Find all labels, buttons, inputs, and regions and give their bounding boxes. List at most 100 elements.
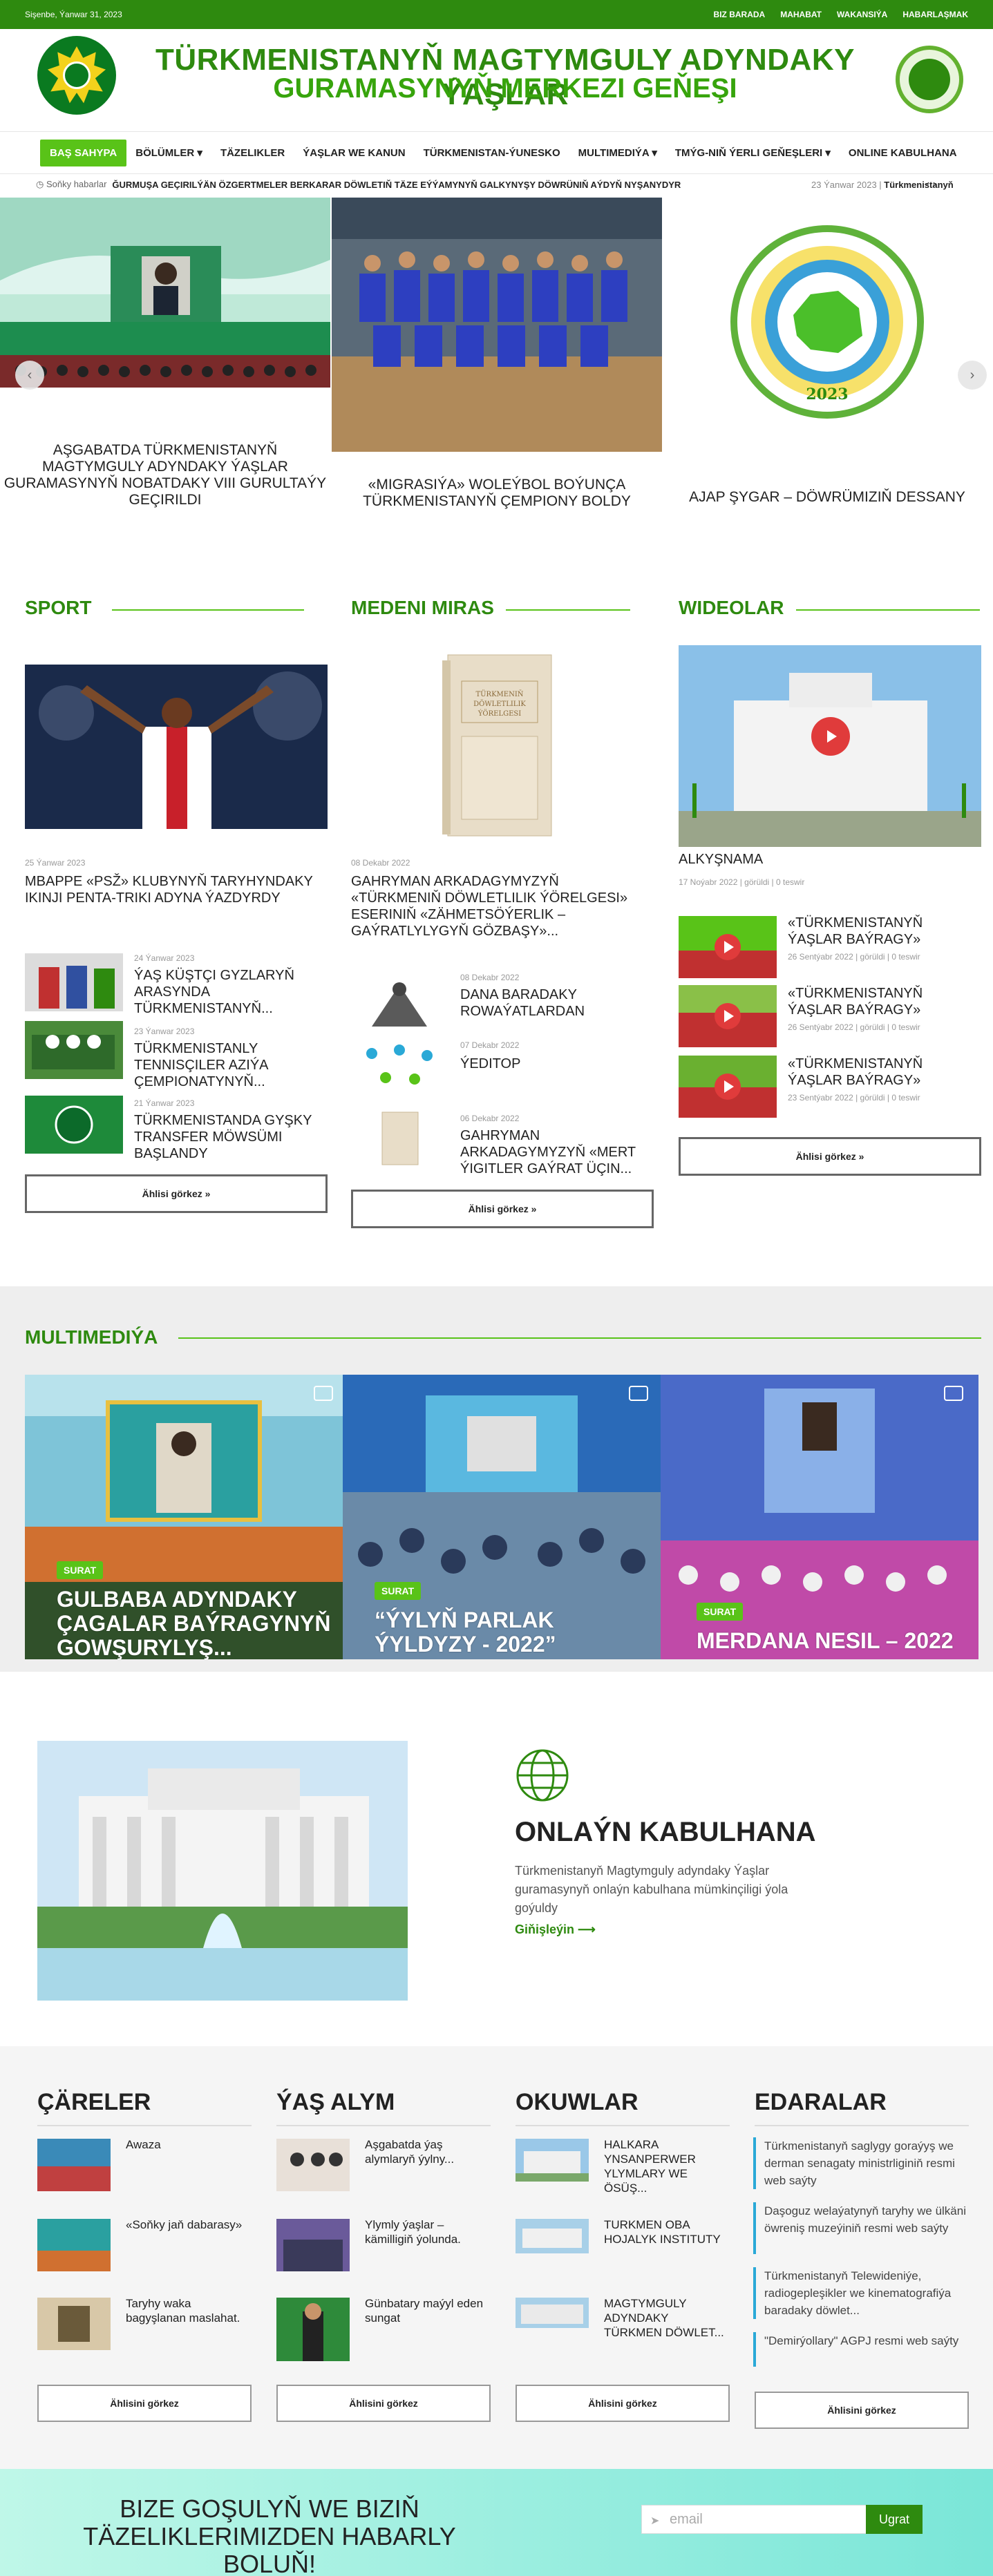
events-item[interactable]: Taryhy waka bagyşlanan maslahat. (126, 2296, 250, 2325)
videos-show-all-button[interactable]: Ählisi görkez » (679, 1137, 981, 1176)
section-title-multimedia[interactable]: MULTIMEDIÝA (25, 1326, 158, 1348)
top-link-about[interactable]: BIZ BARADA (714, 10, 766, 19)
heritage-item-headline[interactable]: GAHRYMAN ARKADAGYMYZYŇ «MERT ÝIGITLER GA… (460, 1127, 654, 1177)
column-title-events[interactable]: ÇÄRELER (37, 2089, 151, 2116)
emblem-logo[interactable] (37, 36, 116, 115)
sport-thumb-2[interactable] (25, 1021, 123, 1079)
heritage-main-headline[interactable]: GAHRYMAN ARKADAGYMYZYŇ «TÜRKMENIŇ DÖWLET… (351, 873, 652, 939)
young-scientist-item[interactable]: Günbatary maýyl eden sungat (365, 2296, 489, 2325)
video-thumb-1[interactable] (679, 916, 777, 978)
institutions-show-all-button[interactable]: Ählisini görkez (755, 2392, 969, 2429)
institution-link[interactable]: Türkmenistanyň Telewideniýe, radiogepleş… (753, 2267, 974, 2319)
institution-link[interactable]: "Demirýollary" AGPJ resmi web saýty (753, 2332, 974, 2367)
young-scientist-item[interactable]: Ylymly ýaşlar – kämilligiň ýolunda. (365, 2217, 489, 2246)
events-thumb[interactable] (37, 2219, 111, 2271)
ticker-headline[interactable]: ĞURMUŞA GEÇIRILÝÄN ÖZGERTMELER BERKARAR … (112, 180, 720, 190)
young-scientist-show-all-button[interactable]: Ählisini görkez (276, 2385, 491, 2422)
education-item[interactable]: TURKMEN OBA HOJALYK INSTITUTY (604, 2217, 728, 2246)
sport-main-headline[interactable]: MBAPPE «PSŽ» KLUBYNYŇ TARYHYNDAKY IKINJI… (25, 873, 315, 906)
nav-online-reception[interactable]: ONLINE KABULHANA (840, 147, 966, 159)
institution-link[interactable]: Daşoguz welaýatynyň taryhy we ülkäni öwr… (753, 2202, 974, 2254)
section-title-sport[interactable]: SPORT (25, 597, 91, 619)
slide-caption-year[interactable]: AJAP ŞYGAR – DÖWRÜMIZIŇ DESSANY (662, 489, 992, 506)
education-show-all-button[interactable]: Ählisini görkez (516, 2385, 730, 2422)
sport-thumb-1[interactable] (25, 953, 123, 1011)
slider-prev-button[interactable]: ‹ (15, 361, 44, 390)
sport-thumb-3[interactable] (25, 1096, 123, 1154)
young-scientist-item[interactable]: Aşgabatda ýaş alymlaryň ýylny... (365, 2137, 489, 2166)
nav-news[interactable]: TÄZELIKLER (211, 147, 294, 159)
events-item[interactable]: Awaza (126, 2137, 250, 2152)
institution-link[interactable]: Türkmenistanyň saglygy goraýyş we derman… (753, 2137, 974, 2189)
email-field[interactable]: ➤ email (641, 2505, 868, 2534)
heritage-main-image[interactable]: TÜRKMENIŇ DÖWLETLILIK ÝÖRELGESI (422, 640, 574, 851)
video-main-image[interactable] (679, 645, 981, 847)
education-thumb[interactable] (516, 2219, 589, 2253)
online-reception-image[interactable] (37, 1741, 408, 2001)
video-item-title[interactable]: «TÜRKMENISTANYŇ ÝAŞLAR BAÝRAGY» (788, 915, 974, 948)
education-thumb[interactable] (516, 2139, 589, 2182)
slide-caption-congress[interactable]: AŞGABATDA TÜRKMENISTANYŇ MAGTYMGULY ADYN… (0, 442, 330, 508)
slider-next-button[interactable]: › (958, 361, 987, 390)
section-title-videos[interactable]: WIDEOLAR (679, 597, 784, 619)
online-reception-more-link[interactable]: Giňişleýin ⟶ (515, 1923, 596, 1937)
column-title-education[interactable]: OKUWLAR (516, 2089, 639, 2116)
top-link-vacancy[interactable]: WAKANSIÝA (837, 10, 887, 19)
sport-item-headline[interactable]: TÜRKMENISTANLY TENNISÇILER AZIÝA ÇEMPION… (134, 1040, 307, 1090)
heritage-thumb-3[interactable] (351, 1107, 449, 1169)
nav-multimedia[interactable]: MULTIMEDIÝA ▾ (569, 146, 666, 159)
newsletter-title: BIZE GOŞULYŇ WE BIZIŇ TÄZELIKLERIMIZDEN … (83, 2494, 456, 2576)
ticker-arrows[interactable]: ‹ › (926, 178, 936, 191)
top-link-mahabat[interactable]: MAHABAT (780, 10, 822, 19)
subscribe-button[interactable]: Ugrat (866, 2505, 923, 2534)
nav-unesco[interactable]: TÜRKMENISTAN-ÝUNESKO (415, 147, 569, 159)
slide-caption-volleyball[interactable]: «MIGRASIÝA» WOLEÝBOL BOÝUNÇA TÜRKMENISTA… (332, 477, 662, 510)
slide-image-volleyball[interactable] (332, 198, 662, 452)
nav-sections[interactable]: BÖLÜMLER ▾ (126, 146, 211, 159)
young-scientist-thumb[interactable] (276, 2139, 350, 2191)
nav-local-councils[interactable]: TMÝG-NIŇ ÝERLI GEŇEŞLERI ▾ (666, 146, 840, 159)
multimedia-card-title[interactable]: MERDANA NESIL – 2022 (697, 1629, 973, 1653)
slide-image-year-emblem[interactable]: 2023 (662, 198, 992, 452)
education-item[interactable]: MAGTYMGULY ADYNDAKY TÜRKMEN DÖWLET... (604, 2296, 728, 2340)
online-reception-title[interactable]: ONLAÝN KABULHANA (515, 1817, 816, 1848)
heritage-thumb-1[interactable] (351, 971, 449, 1033)
multimedia-card[interactable]: SURAT “ÝYLYŇ PARLAK ÝYLDYZY - 2022” (343, 1375, 661, 1659)
young-scientist-thumb[interactable] (276, 2298, 350, 2361)
events-thumb[interactable] (37, 2139, 111, 2191)
top-link-contact[interactable]: HABARLAŞMAK (902, 10, 968, 19)
sport-item-headline[interactable]: TÜRKMENISTANDA GYŞKY TRANSFER MÖWSÜMI BA… (134, 1112, 314, 1162)
nav-home[interactable]: BAŞ SAHYPA (40, 139, 127, 166)
heritage-show-all-button[interactable]: Ählisi görkez » (351, 1190, 654, 1228)
site-title-line2[interactable]: GURAMASYNYŇ MERKEZI GEŇEŞI (122, 73, 889, 104)
video-thumb-2[interactable] (679, 985, 777, 1047)
video-main-title[interactable]: ALKYŞNAMA (679, 851, 969, 868)
email-placeholder: email (670, 2511, 703, 2527)
education-item[interactable]: HALKARA YNSANPERWER YLYMLARY WE ÖSÜŞ... (604, 2137, 728, 2195)
education-thumb[interactable] (516, 2298, 589, 2328)
events-show-all-button[interactable]: Ählisini görkez (37, 2385, 252, 2422)
multimedia-card-title[interactable]: “ÝYLYŇ PARLAK ÝYLDYZY - 2022” (375, 1608, 651, 1657)
video-item-title[interactable]: «TÜRKMENISTANYŇ ÝAŞLAR BAÝRAGY» (788, 985, 974, 1018)
multimedia-card-title[interactable]: GULBABA ADYNDAKY ÇAGALAR BAÝRAGYNYŇ GOWŞ… (57, 1587, 333, 1660)
video-item-title[interactable]: «TÜRKMENISTANYŇ ÝAŞLAR BAÝRAGY» (788, 1056, 974, 1089)
section-title-heritage[interactable]: MEDENI MIRAS (351, 597, 494, 619)
heritage-thumb-2[interactable] (351, 1036, 449, 1098)
nav-youth-law[interactable]: ÝAŞLAR WE KANUN (294, 147, 414, 159)
sport-main-image[interactable] (25, 665, 328, 829)
video-thumb-3[interactable] (679, 1056, 777, 1118)
heritage-item-headline[interactable]: DANA BARADAKY ROWAÝATLARDAN (460, 986, 633, 1020)
sport-item-headline[interactable]: ÝAŞ KÜŞTÇI GYZLARYŇ ARASYNDA TÜRKMENISTA… (134, 967, 307, 1017)
heritage-item-date: 08 Dekabr 2022 (460, 973, 520, 982)
heritage-item-headline[interactable]: ÝEDITOP (460, 1056, 633, 1072)
multimedia-card[interactable]: SURAT GULBABA ADYNDAKY ÇAGALAR BAÝRAGYNY… (25, 1375, 343, 1659)
slide-image-congress[interactable] (0, 198, 330, 452)
young-scientist-thumb[interactable] (276, 2219, 350, 2271)
events-item[interactable]: «Soňky jaň dabarasy» (126, 2217, 250, 2232)
events-thumb[interactable] (37, 2298, 111, 2350)
column-title-institutions[interactable]: EDARALAR (755, 2089, 887, 2116)
play-icon[interactable] (811, 717, 850, 756)
sport-show-all-button[interactable]: Ählisi görkez » (25, 1174, 328, 1213)
column-title-young-scientist[interactable]: ÝAŞ ALYM (276, 2089, 395, 2116)
multimedia-card[interactable]: SURAT MERDANA NESIL – 2022 (661, 1375, 978, 1659)
